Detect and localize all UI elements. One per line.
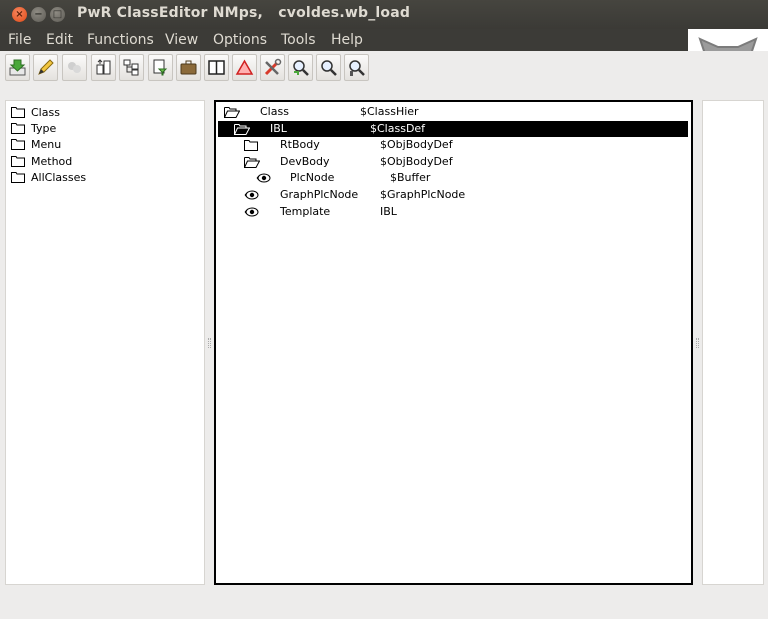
tree-object-name: IBL [270,122,287,135]
zoom-in-icon [293,60,309,76]
save-icon [9,59,26,76]
tree-object-name: Template [280,205,331,218]
tree-object-class: $ObjBodyDef [380,155,453,168]
left-item-class[interactable]: Class [11,104,60,120]
tree-object-name: DevBody [280,155,330,168]
filter-icon [153,59,168,76]
tree-object-class: $GraphPlcNode [380,188,466,201]
tree-object-class: IBL [380,205,397,218]
left-item-type[interactable]: Type [11,120,56,136]
menu-edit[interactable]: Edit [46,32,73,48]
object-hierarchy-button[interactable] [119,54,144,81]
close-window-button[interactable]: × [12,7,27,22]
tree-object-class: $ObjBodyDef [380,138,453,151]
object-up-icon [96,59,111,75]
tree-object-class: $ClassDef [370,122,426,135]
folder-icon [11,156,25,167]
eye-icon[interactable] [244,206,260,218]
left-item-label: Class [31,105,60,119]
status-bar [0,588,768,619]
menu-bar: File Edit Functions View Options Tools H… [0,29,688,51]
tree-row[interactable]: RtBody $ObjBodyDef [218,137,688,153]
zoom-reset-button[interactable] [344,54,369,81]
right-pane[interactable] [702,100,764,585]
object-hierarchy-icon [123,59,139,76]
save-button[interactable] [5,54,30,81]
tools-button[interactable] [260,54,285,81]
tree-object-name: GraphPlcNode [280,188,359,201]
tools-icon [264,58,282,76]
left-item-label: AllClasses [31,170,87,184]
tree-object-class: $Buffer [390,171,431,184]
right-pane-splitter[interactable] [696,338,699,348]
book-button[interactable] [204,54,229,81]
menu-file[interactable]: File [8,32,31,48]
warning-button[interactable] [232,54,257,81]
toolbar [0,51,768,97]
disabled-tool-button[interactable] [62,54,87,81]
left-item-menu[interactable]: Menu [11,136,61,152]
menu-functions[interactable]: Functions [87,32,154,48]
tree-object-name: Class [260,105,289,118]
edit-icon [38,59,54,75]
filter-button[interactable] [148,54,173,81]
left-item-method[interactable]: Method [11,153,72,169]
edit-button[interactable] [33,54,58,81]
tree-row[interactable]: Template IBL [218,204,688,220]
folder-icon [11,139,25,150]
folder-open-icon[interactable] [223,106,241,118]
book-icon [208,60,225,75]
minimize-window-button[interactable]: − [31,7,46,22]
tree-object-class: $ClassHier [360,105,419,118]
zoom-out-icon [321,60,337,76]
class-editor-window: × − □ PwR ClassEditor NMps, cvoldes.wb_l… [0,0,768,619]
class-tree-pane[interactable]: Class $ClassHier IBL $ClassDef RtBody $ObjBod… [214,100,693,585]
eye-icon[interactable] [244,189,260,201]
briefcase-icon [180,60,197,75]
warning-icon [235,59,254,75]
tree-row[interactable]: GraphPlcNode $GraphPlcNode [218,187,688,203]
zoom-reset-icon [349,60,365,76]
folder-icon [11,123,25,134]
tree-object-name: RtBody [280,138,320,151]
maximize-window-button[interactable]: □ [50,7,65,22]
window-title: PwR ClassEditor NMps, cvoldes.wb_load [77,5,411,21]
left-item-label: Type [31,121,57,135]
left-item-allclasses[interactable]: AllClasses [11,169,86,185]
folder-open-icon[interactable] [233,123,251,135]
left-category-pane[interactable]: Class Type Menu Method AllClasses [5,100,205,585]
left-pane-splitter[interactable] [208,338,211,348]
folder-open-icon[interactable] [243,156,261,168]
folder-icon [11,107,25,118]
object-up-button[interactable] [91,54,116,81]
left-item-label: Method [31,154,73,168]
menu-help[interactable]: Help [331,32,363,48]
zoom-in-button[interactable] [288,54,313,81]
tree-row[interactable]: PlcNode $Buffer [218,170,688,186]
zoom-out-button[interactable] [316,54,341,81]
menu-tools[interactable]: Tools [281,32,316,48]
title-bar: × − □ PwR ClassEditor NMps, cvoldes.wb_l… [0,0,768,29]
menu-view[interactable]: View [165,32,198,48]
folder-icon[interactable] [244,139,260,151]
menu-options[interactable]: Options [213,32,267,48]
disabled-tool-icon [68,62,81,73]
left-item-label: Menu [31,137,62,151]
eye-icon[interactable] [256,172,272,184]
tree-object-name: PlcNode [290,171,335,184]
tree-row[interactable]: IBL $ClassDef [218,121,688,137]
tree-row[interactable]: DevBody $ObjBodyDef [218,154,688,170]
tree-row[interactable]: Class $ClassHier [218,104,688,120]
folder-icon [11,172,25,183]
briefcase-button[interactable] [176,54,201,81]
